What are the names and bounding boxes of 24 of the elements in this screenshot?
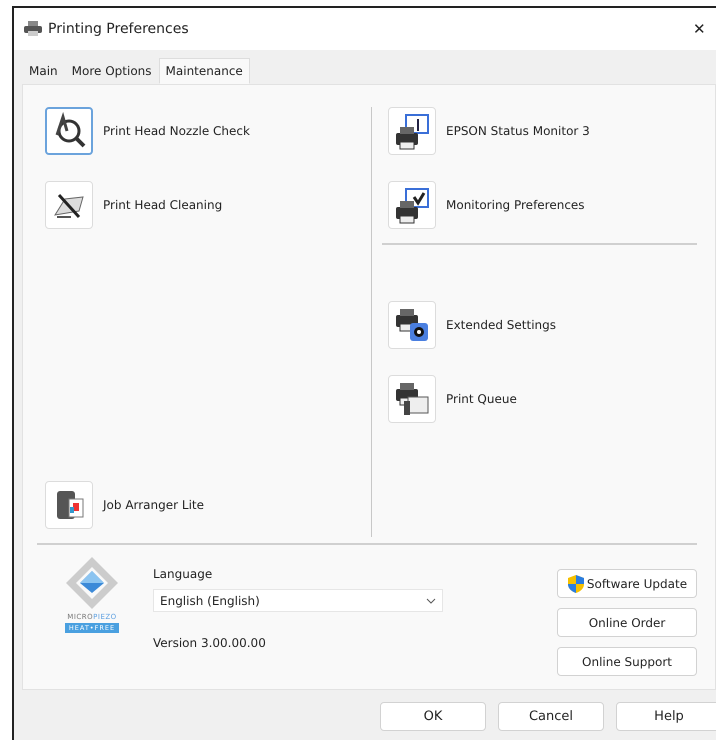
version-text: Version 3.00.00.00 — [153, 636, 267, 650]
side-button[interactable]: Online Order — [557, 608, 697, 637]
chevron-icon — [426, 598, 436, 604]
side-button[interactable]: Online Support — [557, 647, 697, 676]
language-dropdown[interactable]: English (English) — [153, 589, 443, 612]
close-button[interactable]: ✕ — [687, 18, 712, 40]
window-title: Printing Preferences — [48, 21, 189, 37]
tool-label[interactable]: Monitoring Preferences — [446, 198, 585, 212]
shield-icon — [566, 574, 585, 594]
tool-button[interactable] — [45, 107, 93, 155]
tab[interactable]: Maintenance — [158, 58, 250, 84]
tool-label[interactable]: Print Queue — [446, 392, 517, 406]
tool-label[interactable]: EPSON Status Monitor 3 — [446, 124, 590, 138]
dialog-button[interactable]: Help — [616, 702, 716, 731]
tool-label[interactable]: Print Head Cleaning — [103, 198, 222, 212]
tool-label[interactable]: Print Head Nozzle Check — [103, 124, 250, 138]
language-label: Language — [153, 567, 214, 581]
printer-icon — [24, 21, 42, 37]
software-update-button[interactable]: Software Update — [557, 569, 697, 598]
tool-label[interactable]: Extended Settings — [446, 318, 556, 332]
tool-label[interactable]: Job Arranger Lite — [103, 498, 204, 512]
diamond-logo-icon — [64, 555, 120, 611]
dialog-button[interactable]: Cancel — [498, 702, 604, 731]
dialog-button[interactable]: OK — [380, 702, 486, 731]
